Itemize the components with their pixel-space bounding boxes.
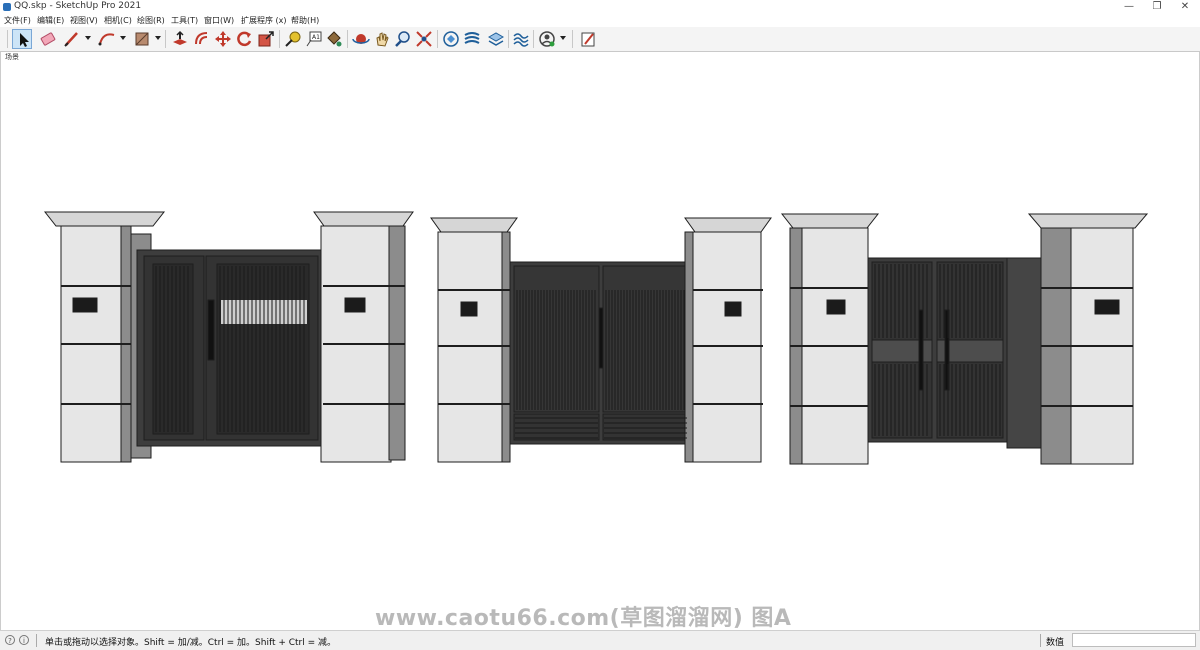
status-bar: ? i 单击或拖动以选择对象。Shift = 加/减。Ctrl = 加。Shif… — [0, 630, 1200, 650]
offset-tool-button[interactable] — [192, 29, 212, 49]
rotate-icon — [237, 31, 252, 47]
select-tool-button[interactable] — [12, 29, 32, 49]
scale-icon — [258, 31, 274, 47]
arc-icon — [98, 33, 115, 46]
orbit-icon — [352, 34, 370, 44]
menu-bar: 文件(F) 编辑(E) 视图(V) 相机(C) 绘图(R) 工具(T) 窗口(W… — [0, 14, 1200, 27]
zoom-tool-button[interactable] — [393, 29, 413, 49]
menu-view[interactable]: 视图(V) — [70, 15, 98, 26]
gate-1 — [43, 211, 414, 463]
menu-draw[interactable]: 绘图(R) — [137, 15, 165, 26]
menu-camera[interactable]: 相机(C) — [104, 15, 132, 26]
menu-help[interactable]: 帮助(H) — [291, 15, 319, 26]
rectangle-tool-button[interactable] — [132, 29, 152, 49]
pencil-line-icon — [64, 32, 78, 47]
gate-models-drawing[interactable] — [1, 52, 1199, 630]
text-tool-button[interactable]: A1 — [304, 29, 324, 49]
layer-manager-button[interactable] — [486, 29, 506, 49]
menu-file[interactable]: 文件(F) — [4, 15, 31, 26]
status-hint: 单击或拖动以选择对象。Shift = 加/减。Ctrl = 加。Shift + … — [45, 638, 337, 648]
account-dropdown[interactable] — [560, 36, 566, 40]
close-button[interactable]: ✕ — [1170, 0, 1200, 14]
measurements-label: 数值 — [1046, 638, 1065, 648]
line-tool-button[interactable] — [62, 29, 82, 49]
push-pull-tool-button[interactable] — [170, 29, 190, 49]
minimize-button[interactable]: — — [1114, 0, 1144, 14]
move-icon — [215, 31, 231, 47]
eraser-icon — [40, 32, 56, 46]
zoom-extents-icon — [416, 31, 432, 47]
rotate-tool-button[interactable] — [234, 29, 254, 49]
paint-bucket-icon — [327, 31, 342, 47]
title-bar: QQ.skp - SketchUp Pro 2021 — ❐ ✕ — [0, 0, 1200, 14]
scale-tool-button[interactable] — [256, 29, 276, 49]
3d-warehouse-button[interactable] — [441, 29, 461, 49]
main-toolbar: A1 — [0, 27, 1200, 52]
info-icon[interactable]: i — [19, 635, 29, 645]
user-account-button[interactable] — [537, 29, 557, 49]
gate-2 — [430, 217, 772, 463]
layout-icon — [581, 32, 595, 47]
offset-icon — [195, 32, 208, 45]
menu-edit[interactable]: 编辑(E) — [37, 15, 64, 26]
window-title: QQ.skp - SketchUp Pro 2021 — [14, 1, 142, 11]
line-tool-dropdown[interactable] — [85, 36, 91, 40]
arc-tool-dropdown[interactable] — [120, 36, 126, 40]
extension-warehouse-button[interactable] — [462, 29, 482, 49]
select-arrow-icon — [20, 33, 29, 47]
tape-measure-icon — [285, 31, 301, 47]
svg-text:A1: A1 — [312, 34, 320, 41]
pan-icon — [376, 32, 389, 47]
shape-tool-dropdown[interactable] — [155, 36, 161, 40]
zoom-icon — [395, 31, 410, 47]
move-tool-button[interactable] — [213, 29, 233, 49]
warehouse-icon — [443, 31, 459, 47]
orbit-tool-button[interactable] — [351, 29, 371, 49]
menu-tools[interactable]: 工具(T) — [171, 15, 198, 26]
menu-extensions[interactable]: 扩展程序 (x) — [241, 15, 287, 26]
toolbar-grip — [7, 30, 8, 48]
send-to-layout-button[interactable] — [578, 29, 598, 49]
rectangle-icon — [135, 32, 149, 46]
sketchup-logo-icon — [3, 3, 11, 11]
arc-tool-button[interactable] — [97, 29, 117, 49]
pan-tool-button[interactable] — [372, 29, 392, 49]
geo-location-icon[interactable]: ? — [5, 635, 15, 645]
extension-warehouse-icon — [464, 32, 480, 44]
watermark-text: www.caotu66.com(草图溜溜网) 图A — [375, 606, 792, 631]
user-account-icon — [539, 31, 555, 47]
menu-window[interactable]: 窗口(W) — [204, 15, 234, 26]
tape-measure-tool-button[interactable] — [283, 29, 303, 49]
restore-button[interactable]: ❐ — [1142, 0, 1172, 14]
paint-bucket-tool-button[interactable] — [324, 29, 344, 49]
measurements-input[interactable] — [1072, 633, 1196, 647]
sandbox-button[interactable] — [511, 29, 531, 49]
zoom-extents-tool-button[interactable] — [414, 29, 434, 49]
layer-manager-icon — [487, 32, 505, 46]
push-pull-icon — [173, 30, 187, 45]
sandbox-icon — [513, 33, 529, 47]
eraser-tool-button[interactable] — [38, 29, 58, 49]
text-label-icon: A1 — [306, 31, 322, 47]
model-viewport[interactable]: 场景 — [0, 52, 1200, 630]
